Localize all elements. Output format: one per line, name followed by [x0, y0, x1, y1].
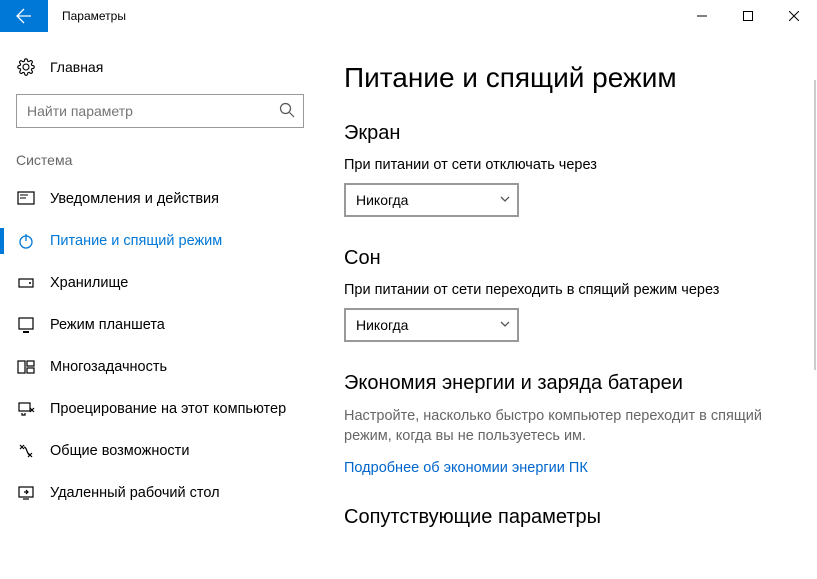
back-button[interactable]: [0, 0, 48, 32]
window-title: Параметры: [48, 9, 679, 23]
sidebar-item-projecting[interactable]: Проецирование на этот компьютер: [0, 388, 320, 430]
main-panel: Питание и спящий режим Экран При питании…: [320, 32, 817, 579]
projecting-icon: [16, 400, 36, 418]
screen-off-label: При питании от сети отключать через: [344, 157, 793, 173]
dropdown-value: Никогда: [356, 317, 408, 333]
content-area: Главная Система Уведомления и действия П…: [0, 32, 817, 579]
sidebar-item-tablet[interactable]: Режим планшета: [0, 304, 320, 346]
minimize-button[interactable]: [679, 0, 725, 32]
nav-label: Проецирование на этот компьютер: [50, 401, 286, 417]
battery-heading: Экономия энергии и заряда батареи: [344, 372, 793, 395]
section-label: Система: [0, 152, 320, 178]
chevron-down-icon: [499, 192, 511, 208]
screen-heading: Экран: [344, 122, 793, 145]
nav-label: Удаленный рабочий стол: [50, 485, 220, 501]
nav-label: Многозадачность: [50, 359, 167, 375]
nav-label: Уведомления и действия: [50, 191, 219, 207]
nav-label: Питание и спящий режим: [50, 233, 222, 249]
sleep-heading: Сон: [344, 247, 793, 270]
search-box[interactable]: [16, 94, 304, 128]
page-title: Питание и спящий режим: [344, 62, 793, 94]
sidebar-item-power[interactable]: Питание и спящий режим: [0, 220, 320, 262]
titlebar: Параметры: [0, 0, 817, 32]
battery-learn-more-link[interactable]: Подробнее об экономии энергии ПК: [344, 460, 793, 476]
sidebar-item-remote[interactable]: Удаленный рабочий стол: [0, 472, 320, 514]
related-heading: Сопутствующие параметры: [344, 506, 793, 529]
sidebar-item-storage[interactable]: Хранилище: [0, 262, 320, 304]
home-button[interactable]: Главная: [0, 50, 320, 88]
search-icon: [279, 102, 295, 121]
tablet-icon: [16, 316, 36, 334]
battery-info-text: Настройте, насколько быстро компьютер пе…: [344, 407, 774, 446]
arrow-left-icon: [16, 8, 32, 24]
sleep-label: При питании от сети переходить в спящий …: [344, 282, 793, 298]
sleep-dropdown[interactable]: Никогда: [344, 308, 519, 342]
sidebar-item-shared[interactable]: Общие возможности: [0, 430, 320, 472]
search-input[interactable]: [27, 103, 279, 119]
nav-label: Общие возможности: [50, 443, 189, 459]
chevron-down-icon: [499, 317, 511, 333]
close-icon: [789, 11, 799, 21]
maximize-icon: [743, 11, 753, 21]
notification-icon: [16, 190, 36, 208]
sidebar-item-notifications[interactable]: Уведомления и действия: [0, 178, 320, 220]
dropdown-value: Никогда: [356, 192, 408, 208]
minimize-icon: [697, 11, 707, 21]
home-label: Главная: [50, 59, 103, 75]
shared-icon: [16, 442, 36, 460]
storage-icon: [16, 274, 36, 292]
screen-off-dropdown[interactable]: Никогда: [344, 183, 519, 217]
sidebar-item-multitasking[interactable]: Многозадачность: [0, 346, 320, 388]
gear-icon: [16, 58, 36, 76]
multitasking-icon: [16, 358, 36, 376]
nav-label: Режим планшета: [50, 317, 165, 333]
close-button[interactable]: [771, 0, 817, 32]
window-controls: [679, 0, 817, 32]
power-icon: [16, 232, 36, 250]
nav-label: Хранилище: [50, 275, 128, 291]
sidebar: Главная Система Уведомления и действия П…: [0, 32, 320, 579]
scrollbar[interactable]: [814, 80, 816, 370]
remote-icon: [16, 484, 36, 502]
maximize-button[interactable]: [725, 0, 771, 32]
